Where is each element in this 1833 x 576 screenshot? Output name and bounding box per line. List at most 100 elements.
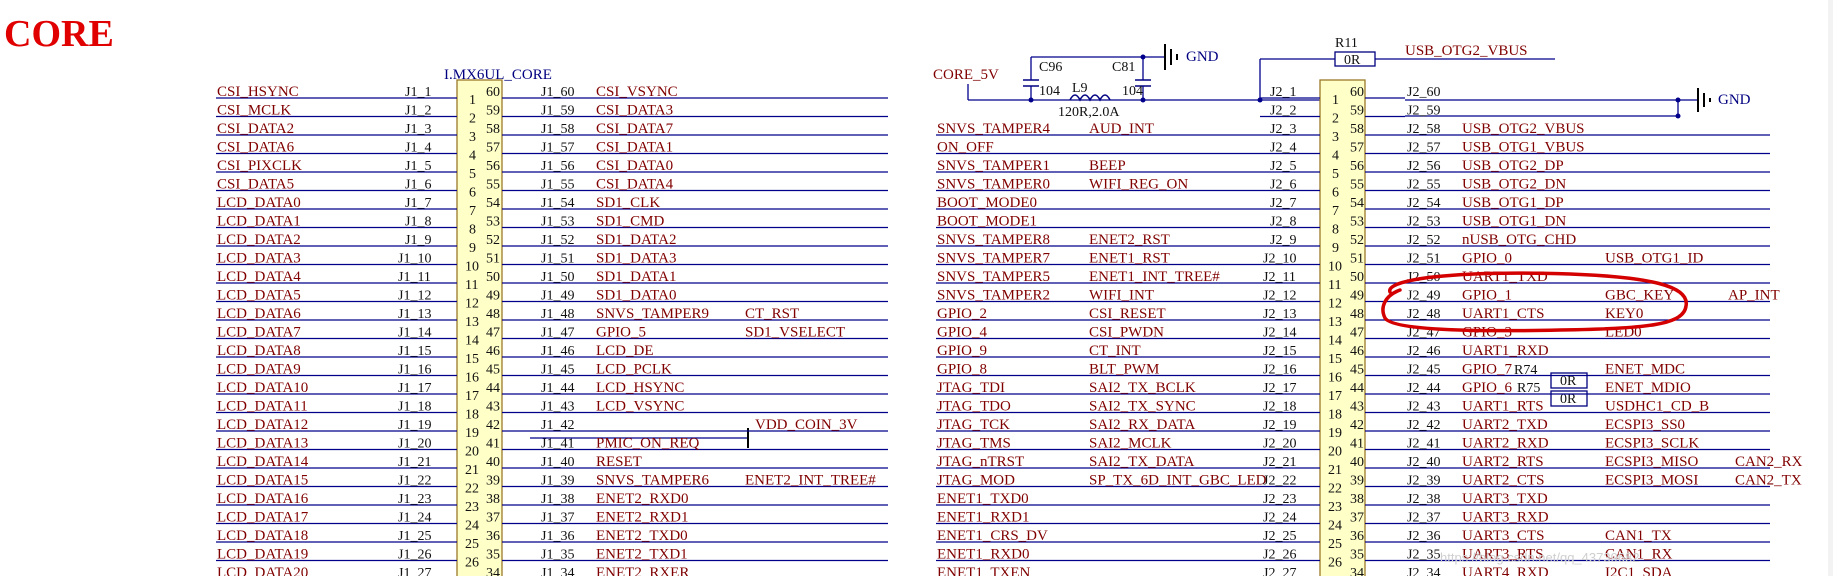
j1-left-net: CSI_DATA6 [217, 140, 295, 156]
j1-pin-number: 4 [469, 149, 476, 164]
j1-pin-ref: J1_41 [541, 437, 574, 452]
j2-left-net: JTAG_MOD [937, 473, 1015, 489]
j2-pin-number: 56 [1350, 159, 1364, 174]
j2-pin-ref: J2_41 [1407, 437, 1440, 452]
j1-pin-number: 21 [465, 463, 479, 478]
j2-func-net: SP_TX_6D_INT_GBC_LED [1089, 473, 1267, 489]
j1-right-net: CSI_DATA0 [596, 158, 673, 174]
j2-func-net: CT_INT [1089, 343, 1141, 359]
j1-right-net: SD1_CMD [596, 214, 665, 230]
j1-ext-net: CT_RST [745, 306, 799, 322]
j1-left-net: LCD_DATA0 [217, 195, 301, 211]
j2-left-net: SNVS_TAMPER0 [937, 177, 1050, 193]
j2-left-net: SNVS_TAMPER8 [937, 232, 1050, 248]
j1-pin-ref: J1_6 [405, 178, 431, 193]
j2-ext-net: ENET_MDIO [1605, 380, 1691, 396]
j2-func-net: WIFI_INT [1089, 288, 1154, 304]
j2-pin-number: 51 [1350, 252, 1364, 267]
j2-func-net: ENET2_RST [1089, 232, 1170, 248]
j1-connector: CSI_HSYNC J1_1160 J1_60 CSI_VSYNCCSI_MCLK J1… [216, 79, 888, 576]
j1-pin-number: 59 [486, 104, 500, 119]
j2-pin-ref: J2_44 [1407, 381, 1440, 396]
j2-right-net: UART3_TXD [1462, 491, 1548, 507]
schematic-diagram: I.MX6UL_CORE CORE_5V C96 104 C81 104 GND… [216, 36, 1803, 576]
j2-pin-ref: J2_20 [1263, 437, 1296, 452]
j1-right-net: SD1_DATA0 [596, 288, 676, 304]
j1-pin-ref: J1_26 [398, 548, 431, 563]
j1-pin-ref: J1_11 [398, 270, 431, 285]
r11-value: 0R [1344, 53, 1361, 68]
j1-right-net: SD1_CLK [596, 195, 660, 211]
j1-right-net: GPIO_5 [596, 325, 646, 341]
j2-left-net: GPIO_8 [937, 362, 987, 378]
schematic-canvas: CORE I.MX6UL_CORE CORE_5V C96 104 C81 10… [0, 0, 1833, 576]
j2-func-net: SAI2_TX_BCLK [1089, 380, 1196, 396]
j2-pin-ref: J2_12 [1263, 289, 1296, 304]
c81-value: 104 [1122, 84, 1143, 99]
j1-left-net: LCD_DATA5 [217, 288, 301, 304]
j2-left-net: ENET1_TXEN [937, 565, 1030, 576]
c96-value: 104 [1039, 84, 1060, 99]
usb-otg2-vbus-label: USB_OTG2_VBUS [1405, 43, 1528, 59]
watermark-text: https://blog.csdn.net/qq_43739682 [1440, 550, 1640, 565]
j1-pin-ref: J1_53 [541, 215, 574, 230]
j2-pin-number: 59 [1350, 104, 1364, 119]
j1-left-net: LCD_DATA11 [217, 399, 308, 415]
r74-value: 0R [1560, 374, 1577, 389]
j1-pin-ref: J1_12 [398, 289, 431, 304]
j2-func-net: BLT_PWM [1089, 362, 1159, 378]
j2-left-net: ENET1_CRS_DV [937, 528, 1048, 544]
j1-right-net: SD1_DATA3 [596, 251, 676, 267]
j1-left-net: LCD_DATA13 [217, 436, 308, 452]
j2-pin-number: 25 [1328, 537, 1342, 552]
j1-pin-ref: J1_16 [398, 363, 431, 378]
j1-right-net: SNVS_TAMPER6 [596, 473, 709, 489]
j2-pin-ref: J2_18 [1263, 400, 1296, 415]
j1-right-net: RESET [596, 454, 642, 470]
j1-pin-ref: J1_36 [541, 529, 574, 544]
j1-right-net: SD1_DATA2 [596, 232, 676, 248]
j2-pin-number: 19 [1328, 426, 1342, 441]
j2-ext-net: ECSPI3_MOSI [1605, 473, 1698, 489]
j1-left-net: LCD_DATA4 [217, 269, 301, 285]
j1-pin-number: 18 [465, 408, 479, 423]
j2-pin-ref: J2_49 [1407, 289, 1440, 304]
j1-left-net: LCD_DATA14 [217, 454, 309, 470]
j1-ext-net: ENET2_INT_TREE# [745, 473, 876, 489]
j1-left-net: LCD_DATA20 [217, 565, 308, 576]
j2-left-net: ENET1_RXD0 [937, 547, 1030, 563]
j1-pin-ref: J1_18 [398, 400, 431, 415]
j2-pin-number: 34 [1350, 566, 1364, 576]
j1-left-net: LCD_DATA15 [217, 473, 308, 489]
j2-right-net: UART2_CTS [1462, 473, 1544, 489]
j1-pin-ref: J1_23 [398, 492, 431, 507]
j2-pin-number: 20 [1328, 445, 1342, 460]
j1-pin-number: 24 [465, 519, 479, 534]
j1-right-net: CSI_DATA3 [596, 103, 673, 119]
j1-pin-ref: J1_54 [541, 196, 574, 211]
j2-pin-ref: J2_26 [1263, 548, 1296, 563]
j1-pin-number: 58 [486, 122, 500, 137]
j1-pin-number: 36 [486, 529, 500, 544]
j2-pin-number: 8 [1332, 223, 1339, 238]
j2-pin-number: 11 [1328, 278, 1341, 293]
j2-func-net: SAI2_TX_DATA [1089, 454, 1195, 470]
j2-left-net: JTAG_TCK [937, 417, 1010, 433]
j1-pin-ref: J1_34 [541, 566, 574, 576]
j1-pin-number: 25 [465, 537, 479, 552]
j1-pin-ref: J1_9 [405, 233, 431, 248]
j2-pin-ref: J2_36 [1407, 529, 1440, 544]
j1-pin-ref: J1_2 [405, 104, 431, 119]
j2-pin-ref: J2_40 [1407, 455, 1440, 470]
j2-ext2-net: CAN2_RX [1735, 454, 1803, 470]
j2-pin-ref: J2_35 [1407, 548, 1440, 563]
j2-pin-ref: J2_54 [1407, 196, 1440, 211]
j2-right-net: UART1_RTS [1462, 399, 1544, 415]
j2-ext-net: USB_OTG1_ID [1605, 251, 1704, 267]
j2-pin-ref: J2_10 [1263, 252, 1296, 267]
j2-right-net: USB_OTG2_VBUS [1462, 121, 1585, 137]
j1-pin-number: 8 [469, 223, 476, 238]
j2-pin-ref: J2_34 [1407, 566, 1440, 576]
j2-pin-number: 12 [1328, 297, 1342, 312]
junction-dot [1675, 113, 1681, 119]
